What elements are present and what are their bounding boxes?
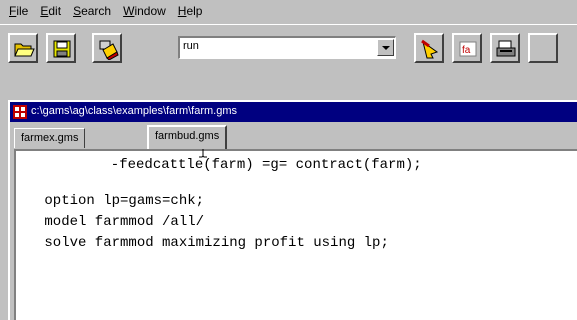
menu-search[interactable]: Search <box>67 2 117 20</box>
toolbar: run fa <box>0 24 577 70</box>
clear-button[interactable] <box>92 33 122 63</box>
run-icon <box>421 39 439 59</box>
code-line: model farmmod /all/ <box>36 214 205 230</box>
menu-edit[interactable]: Edit <box>34 2 67 20</box>
log-button[interactable]: fa <box>452 33 482 63</box>
code-line: option lp=gams=chk; <box>36 193 205 209</box>
save-file-button[interactable] <box>46 33 76 63</box>
printer-icon <box>496 40 516 57</box>
open-file-button[interactable] <box>8 33 38 63</box>
log-icon: fa <box>459 41 477 57</box>
run-button[interactable] <box>414 33 444 63</box>
tab-farmex[interactable]: farmex.gms <box>14 128 86 148</box>
document-title-bar[interactable]: c:\gams\ag\class\examples\farm\farm.gms <box>10 102 577 122</box>
menu-bar: File Edit Search Window Help <box>0 0 577 22</box>
code-line: solve farmmod maximizing profit using lp… <box>36 235 389 251</box>
menu-help[interactable]: Help <box>172 2 209 20</box>
tab-farmbud[interactable]: farmbud.gms <box>147 125 228 149</box>
document-window-icon <box>13 105 27 119</box>
eraser-icon <box>99 40 119 60</box>
combo-dropdown-button[interactable] <box>377 39 394 56</box>
code-editor[interactable]: -feedcattle(farm) =g= contract(farm); op… <box>14 149 577 320</box>
open-folder-icon <box>14 43 35 57</box>
command-combobox[interactable]: run <box>178 36 396 59</box>
svg-text:fa: fa <box>462 45 471 56</box>
file-tabs: farmex.gms farmbud.gms <box>10 124 577 149</box>
combo-value: run <box>183 40 199 52</box>
toolbar-button-partial[interactable] <box>528 33 558 63</box>
save-disk-icon <box>53 40 71 58</box>
code-line: -feedcattle(farm) =g= contract(farm); <box>52 157 422 173</box>
menu-window[interactable]: Window <box>117 2 172 20</box>
menu-file[interactable]: File <box>3 2 34 20</box>
document-window: c:\gams\ag\class\examples\farm\farm.gms … <box>8 100 577 320</box>
print-button[interactable] <box>490 33 520 63</box>
document-title: c:\gams\ag\class\examples\farm\farm.gms <box>31 105 238 117</box>
